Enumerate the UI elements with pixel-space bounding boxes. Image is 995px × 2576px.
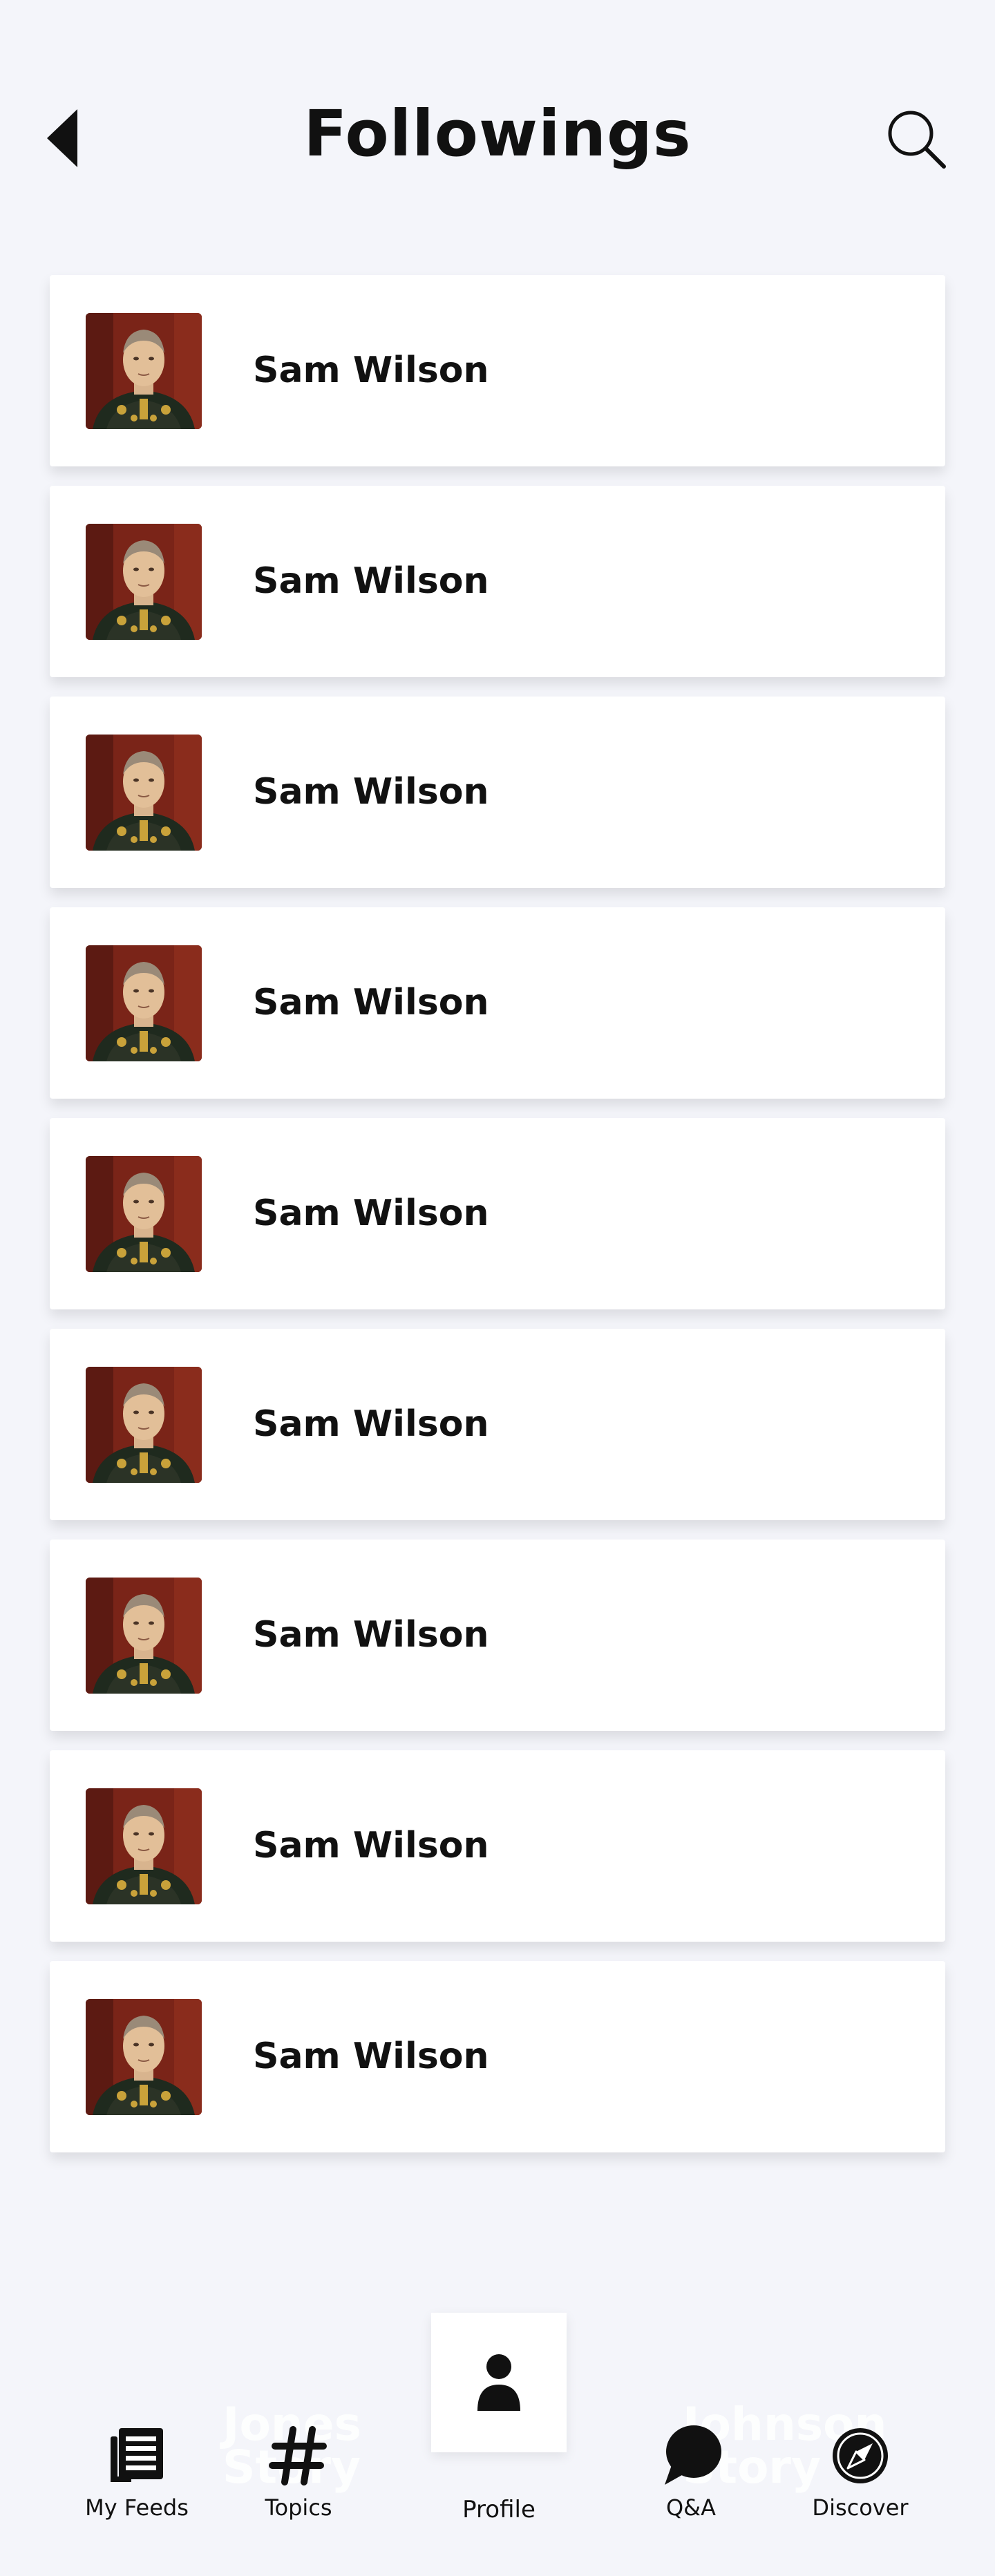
following-name[interactable]: Sam Wilson — [253, 1118, 489, 1309]
page-title: Followings — [303, 97, 692, 171]
following-card[interactable]: Sam Wilson — [50, 1540, 945, 1731]
following-card[interactable]: Sam Wilson — [50, 907, 945, 1099]
nav-topics-label: Topics — [265, 2494, 332, 2521]
nav-profile-label: Profile — [462, 2496, 536, 2523]
avatar[interactable] — [86, 1578, 202, 1694]
search-icon — [888, 111, 946, 169]
following-name[interactable]: Sam Wilson — [253, 1329, 489, 1520]
following-card[interactable]: Sam Wilson — [50, 697, 945, 888]
following-name[interactable]: Sam Wilson — [253, 697, 489, 888]
nav-topics[interactable]: Topics — [243, 2425, 354, 2521]
following-name[interactable]: Sam Wilson — [253, 1540, 489, 1731]
nav-discover-label: Discover — [812, 2494, 909, 2521]
following-card[interactable]: Sam Wilson — [50, 1750, 945, 1942]
following-card[interactable]: Sam Wilson — [50, 486, 945, 677]
following-name[interactable]: Sam Wilson — [253, 1961, 489, 2152]
avatar[interactable] — [86, 945, 202, 1061]
nav-my-feeds-label: My Feeds — [85, 2494, 189, 2521]
following-name[interactable]: Sam Wilson — [253, 275, 489, 466]
avatar[interactable] — [86, 1367, 202, 1483]
avatar[interactable] — [86, 1788, 202, 1904]
feed-icon — [111, 2428, 163, 2482]
avatar[interactable] — [86, 1156, 202, 1272]
nav-discover[interactable]: Discover — [802, 2425, 919, 2521]
chat-bubble-icon — [665, 2425, 721, 2485]
hashtag-icon — [269, 2426, 327, 2485]
nav-profile[interactable] — [431, 2313, 567, 2452]
following-name[interactable]: Sam Wilson — [253, 486, 489, 677]
avatar[interactable] — [86, 735, 202, 851]
person-icon — [477, 2354, 520, 2411]
following-name[interactable]: Sam Wilson — [253, 1750, 489, 1942]
following-name[interactable]: Sam Wilson — [253, 907, 489, 1099]
nav-qa[interactable]: Q&A — [636, 2423, 746, 2521]
avatar[interactable] — [86, 524, 202, 640]
bottom-navigation: Jones Story Johnson Story My Feeds Topic… — [0, 2301, 995, 2576]
avatar[interactable] — [86, 313, 202, 429]
search-button[interactable] — [884, 107, 948, 171]
following-card[interactable]: Sam Wilson — [50, 1961, 945, 2152]
following-card[interactable]: Sam Wilson — [50, 1118, 945, 1309]
following-card[interactable]: Sam Wilson — [50, 1329, 945, 1520]
avatar[interactable] — [86, 1999, 202, 2115]
nav-qa-label: Q&A — [665, 2494, 717, 2521]
compass-icon — [833, 2428, 888, 2483]
nav-my-feeds[interactable]: My Feeds — [75, 2425, 199, 2521]
followings-list: Sam Wilson Sam Wilson Sam Wilson Sam Wil… — [50, 275, 945, 2172]
following-card[interactable]: Sam Wilson — [50, 275, 945, 466]
followings-screen: Followings Sam Wilson Sam Wilson Sam Wil… — [0, 0, 995, 2576]
